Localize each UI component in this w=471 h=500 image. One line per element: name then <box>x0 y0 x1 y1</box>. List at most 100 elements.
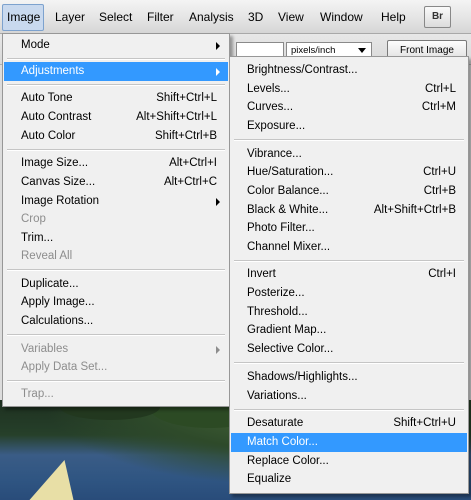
menu-item-duplicate[interactable]: Duplicate... <box>4 275 228 294</box>
menu-item-posterize[interactable]: Posterize... <box>231 284 467 303</box>
menu-view[interactable]: View <box>278 10 304 24</box>
menu-layer[interactable]: Layer <box>55 10 85 24</box>
menu-item-apply-image[interactable]: Apply Image... <box>4 293 228 312</box>
menu-item-label: Trap... <box>21 388 54 400</box>
bridge-button[interactable]: Br <box>424 6 451 28</box>
menu-item-threshold[interactable]: Threshold... <box>231 303 467 322</box>
menu-item-shortcut: Ctrl+U <box>423 166 456 178</box>
menu-item-curves[interactable]: Curves... Ctrl+M <box>231 98 467 117</box>
menu-item-label: Levels... <box>247 83 290 95</box>
chevron-down-icon <box>358 48 366 53</box>
menu-item-label: Trim... <box>21 232 54 244</box>
menu-item-hue-saturation[interactable]: Hue/Saturation... Ctrl+U <box>231 163 467 182</box>
menu-item-auto-tone[interactable]: Auto Tone Shift+Ctrl+L <box>4 89 228 108</box>
menu-item-shortcut: Ctrl+B <box>423 185 456 197</box>
menu-item-label: Reveal All <box>21 250 73 262</box>
menu-item-channel-mixer[interactable]: Channel Mixer... <box>231 238 467 257</box>
menu-window[interactable]: Window <box>320 10 363 24</box>
menu-item-reveal-all[interactable]: Reveal All <box>4 247 228 266</box>
menu-item-auto-contrast[interactable]: Auto Contrast Alt+Shift+Ctrl+L <box>4 108 228 127</box>
menu-item-label: Apply Image... <box>21 296 95 308</box>
menu-item-crop[interactable]: Crop <box>4 210 228 229</box>
menu-item-black-white[interactable]: Black & White... Alt+Shift+Ctrl+B <box>231 201 467 220</box>
menu-item-shortcut: Shift+Ctrl+U <box>393 417 456 429</box>
menu-separator <box>234 362 464 364</box>
menu-item-desaturate[interactable]: Desaturate Shift+Ctrl+U <box>231 414 467 433</box>
menu-item-shortcut: Ctrl+I <box>428 268 456 280</box>
menu-item-label: Channel Mixer... <box>247 241 331 253</box>
menu-filter[interactable]: Filter <box>147 10 174 24</box>
menu-select[interactable]: Select <box>99 10 132 24</box>
menu-analysis[interactable]: Analysis <box>189 10 234 24</box>
menu-item-label: Image Rotation <box>21 195 99 207</box>
menu-item-label: Image Size... <box>21 157 89 169</box>
menu-bar: Image Layer Select Filter Analysis 3D Vi… <box>0 0 471 34</box>
menu-item-gradient-map[interactable]: Gradient Map... <box>231 321 467 340</box>
menu-item-invert[interactable]: Invert Ctrl+I <box>231 265 467 284</box>
menu-help[interactable]: Help <box>381 10 406 24</box>
menu-item-label: Apply Data Set... <box>21 361 108 373</box>
menu-item-label: Vibrance... <box>247 148 302 160</box>
menu-item-label: Mode <box>21 39 50 51</box>
menu-item-variables[interactable]: Variables <box>4 340 228 359</box>
menu-item-levels[interactable]: Levels... Ctrl+L <box>231 80 467 99</box>
menu-item-calculations[interactable]: Calculations... <box>4 312 228 331</box>
menu-item-shortcut: Ctrl+L <box>425 83 456 95</box>
menu-item-shadows-highlights[interactable]: Shadows/Highlights... <box>231 368 467 387</box>
menu-image[interactable]: Image <box>2 4 45 31</box>
menu-item-exposure[interactable]: Exposure... <box>231 117 467 136</box>
menu-item-shortcut: Alt+Ctrl+C <box>163 176 217 188</box>
submenu-arrow-icon <box>216 42 220 50</box>
menu-item-trap[interactable]: Trap... <box>4 385 228 404</box>
menu-item-canvas-size[interactable]: Canvas Size... Alt+Ctrl+C <box>4 173 228 192</box>
menu-item-label: Hue/Saturation... <box>247 166 334 178</box>
menu-item-shortcut: Ctrl+M <box>421 101 456 113</box>
menu-item-label: Auto Tone <box>21 92 73 104</box>
menu-separator <box>234 409 464 411</box>
menu-item-label: Photo Filter... <box>247 222 315 234</box>
menu-item-label: Brightness/Contrast... <box>247 64 358 76</box>
menu-3d[interactable]: 3D <box>248 10 263 24</box>
menu-item-color-balance[interactable]: Color Balance... Ctrl+B <box>231 182 467 201</box>
menu-item-shortcut: Shift+Ctrl+L <box>156 92 217 104</box>
menu-item-mode[interactable]: Mode <box>4 36 228 55</box>
menu-item-label: Desaturate <box>247 417 304 429</box>
submenu-arrow-icon <box>216 346 220 354</box>
menu-item-label: Variations... <box>247 390 307 402</box>
menu-item-label: Posterize... <box>247 287 305 299</box>
menu-item-label: Auto Color <box>21 130 76 142</box>
adjustments-submenu: Brightness/Contrast... Levels... Ctrl+L … <box>229 56 469 494</box>
menu-item-photo-filter[interactable]: Photo Filter... <box>231 219 467 238</box>
menu-item-variations[interactable]: Variations... <box>231 387 467 406</box>
menu-separator <box>7 269 225 271</box>
menu-item-vibrance[interactable]: Vibrance... <box>231 145 467 164</box>
menu-separator <box>7 149 225 151</box>
menu-item-auto-color[interactable]: Auto Color Shift+Ctrl+B <box>4 127 228 146</box>
menu-item-shortcut: Alt+Ctrl+I <box>169 157 217 169</box>
image-menu: Mode Adjustments Auto Tone Shift+Ctrl+L … <box>2 33 230 407</box>
menu-item-label: Auto Contrast <box>21 111 92 123</box>
menu-item-label: Replace Color... <box>247 455 329 467</box>
menu-item-label: Crop <box>21 213 46 225</box>
menu-item-replace-color[interactable]: Replace Color... <box>231 452 467 471</box>
menu-item-label: Threshold... <box>247 306 308 318</box>
menu-item-image-size[interactable]: Image Size... Alt+Ctrl+I <box>4 154 228 173</box>
menu-separator <box>7 84 225 86</box>
menu-item-adjustments[interactable]: Adjustments <box>4 62 228 81</box>
menu-item-equalize[interactable]: Equalize <box>231 470 467 489</box>
menu-item-image-rotation[interactable]: Image Rotation <box>4 192 228 211</box>
submenu-arrow-icon <box>216 198 220 206</box>
menu-separator <box>234 139 464 141</box>
menu-separator <box>234 260 464 262</box>
menu-item-trim[interactable]: Trim... <box>4 229 228 248</box>
menu-item-label: Exposure... <box>247 120 306 132</box>
menu-item-selective-color[interactable]: Selective Color... <box>231 340 467 359</box>
menu-item-apply-data-set[interactable]: Apply Data Set... <box>4 358 228 377</box>
menu-item-label: Variables <box>21 343 69 355</box>
menu-item-shortcut: Shift+Ctrl+B <box>155 130 217 142</box>
menu-item-match-color[interactable]: Match Color... <box>231 433 467 452</box>
menu-item-brightness-contrast[interactable]: Brightness/Contrast... <box>231 61 467 80</box>
menu-item-shortcut: Alt+Shift+Ctrl+L <box>136 111 217 123</box>
menu-item-label: Color Balance... <box>247 185 329 197</box>
menu-item-label: Invert <box>247 268 276 280</box>
